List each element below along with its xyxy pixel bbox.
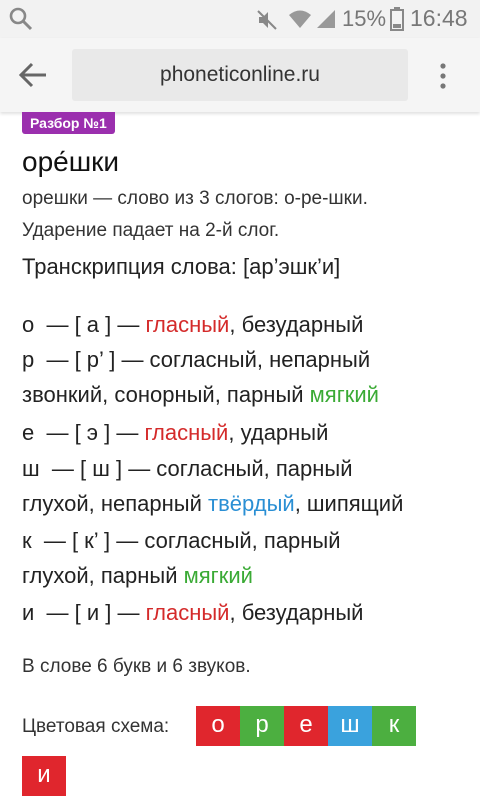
scheme-tile: к xyxy=(372,706,416,746)
letter-line: е — [ э ] — гласный, ударный xyxy=(22,420,329,445)
battery-icon xyxy=(390,7,404,31)
clock: 16:48 xyxy=(410,5,468,31)
letter-line: и — [ и ] — гласный, безударный xyxy=(22,600,364,625)
url-text: phoneticonline.ru xyxy=(160,63,320,86)
browser-toolbar: phoneticonline.ru xyxy=(0,38,480,112)
syllable-info: орешки — слово из 3 слогов: о-ре-шки. xyxy=(22,188,368,209)
letter-line: глухой, парный мягкий xyxy=(22,563,253,588)
status-bar: 15% 16:48 xyxy=(0,0,480,38)
overflow-menu-icon[interactable] xyxy=(436,62,450,90)
search-icon[interactable] xyxy=(8,6,34,32)
scheme-tile: е xyxy=(284,706,328,746)
letter-line: о — [ а ] — гласный, безударный xyxy=(22,312,364,337)
scheme-tile: р xyxy=(240,706,284,746)
signal-icon xyxy=(317,10,335,28)
scheme-tile: о xyxy=(196,706,240,746)
back-arrow-icon[interactable] xyxy=(18,61,48,89)
wifi-icon xyxy=(289,10,311,28)
stress-info: Ударение падает на 2-й слог. xyxy=(22,220,280,241)
scheme-tile: и xyxy=(22,756,66,796)
letter-line: ш — [ ш ] — согласный, парный xyxy=(22,456,353,481)
scheme-tile: ш xyxy=(328,706,372,746)
mute-icon xyxy=(257,10,277,30)
letters-sounds-summary: В слове 6 букв и 6 звуков. xyxy=(22,656,251,677)
letter-line: р — [ р’ ] — согласный, непарный xyxy=(22,347,371,372)
letter-line: звонкий, сонорный, парный мягкий xyxy=(22,382,379,407)
transcription: Транскрипция слова: [ар’эшк’и] xyxy=(22,254,341,279)
color-scheme-label: Цветовая схема: xyxy=(22,716,170,737)
url-bar[interactable]: phoneticonline.ru xyxy=(72,49,408,101)
letter-line: глухой, непарный твёрдый, шипящий xyxy=(22,491,404,516)
analysis-badge: Разбор №1 xyxy=(22,112,115,134)
word-title: оре́шки xyxy=(22,146,120,177)
battery-level: 15% xyxy=(342,6,387,31)
letter-line: к — [ к’ ] — согласный, парный xyxy=(22,528,341,553)
